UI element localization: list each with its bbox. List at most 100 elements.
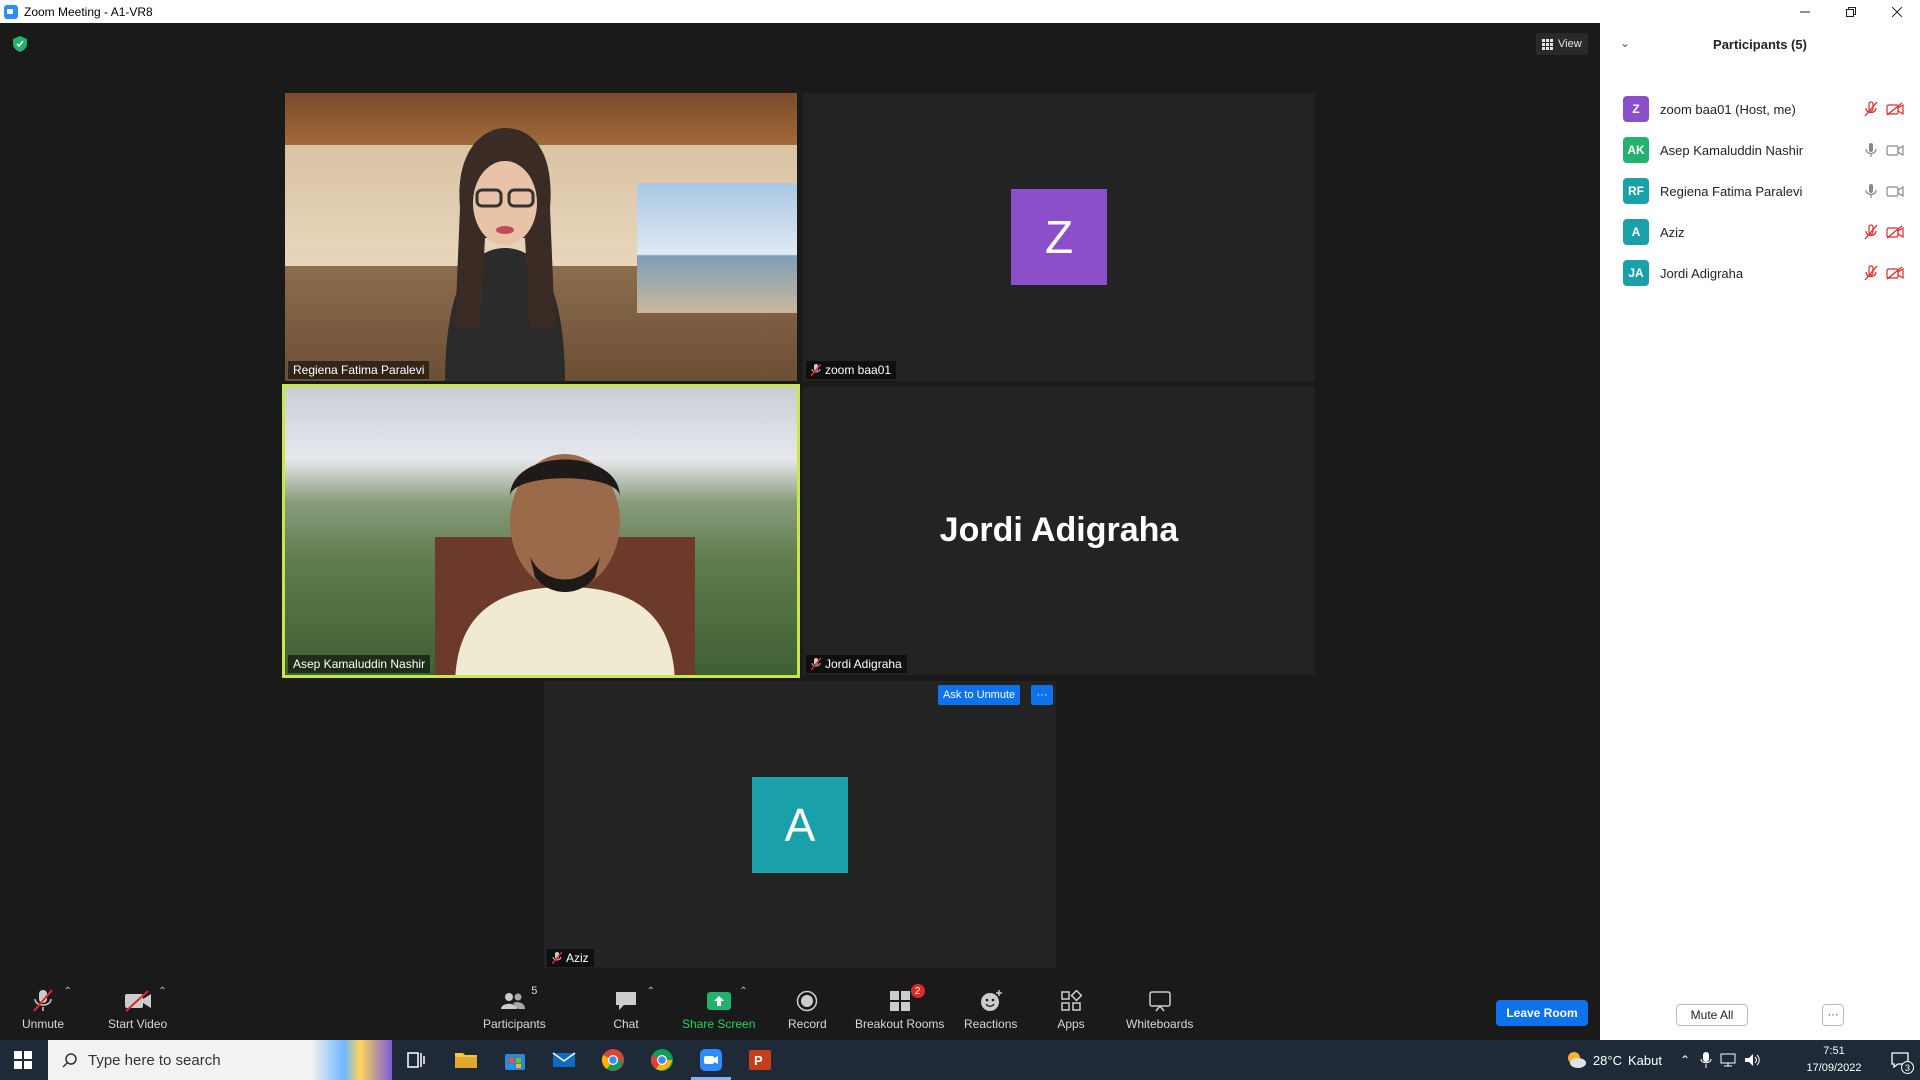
leave-room-button[interactable]: Leave Room — [1496, 1000, 1588, 1026]
tile-name: Asep Kamaluddin Nashir — [293, 657, 426, 671]
reactions-label: Reactions — [964, 1017, 1018, 1031]
taskbar-clock[interactable]: 7:51 17/09/2022 — [1796, 1043, 1872, 1077]
panel-title: Participants (5) — [1713, 37, 1807, 52]
participants-button[interactable]: 5 Participants — [483, 985, 546, 1038]
video-tile-jordi[interactable]: Jordi Adigraha Jordi Adigraha — [803, 387, 1315, 675]
notifications-button[interactable]: 3 — [1880, 1040, 1920, 1080]
camera-icon[interactable] — [1886, 184, 1904, 198]
video-tile-regiena[interactable]: Regiena Fatima Paralevi — [285, 93, 797, 381]
tile-name: Aziz — [566, 951, 589, 965]
window-title: Zoom Meeting - A1-VR8 — [24, 4, 153, 19]
video-tile-aziz[interactable]: A Aziz — [544, 681, 1056, 969]
camera-icon[interactable] — [1886, 143, 1904, 157]
chat-caret-icon[interactable]: ⌃ — [647, 986, 655, 997]
meeting-area: View Regiena Fatima Paralevi Z zoom baa0… — [0, 23, 1600, 1040]
breakout-rooms-badge: 2 — [910, 984, 925, 998]
participant-avatar: JA — [1623, 260, 1649, 286]
microphone-tray-icon[interactable] — [1700, 1052, 1712, 1068]
chat-label: Chat — [613, 1017, 639, 1031]
windows-logo-icon — [14, 1051, 32, 1069]
participants-count: 5 — [531, 985, 538, 997]
mic-muted-icon[interactable] — [1864, 265, 1878, 281]
clock-date: 17/09/2022 — [1806, 1062, 1862, 1074]
video-tile-zoom-baa01[interactable]: Z zoom baa01 — [803, 93, 1315, 381]
view-button[interactable]: View — [1536, 33, 1588, 55]
breakout-rooms-icon — [889, 991, 910, 1011]
mute-all-button[interactable]: Mute All — [1676, 1004, 1748, 1026]
tile-name-tag: Asep Kamaluddin Nashir — [288, 655, 431, 673]
participant-name: Aziz — [1660, 224, 1685, 240]
clock-time: 7:51 — [1823, 1045, 1845, 1057]
video-options-caret-icon[interactable]: ⌃ — [158, 986, 166, 997]
meeting-toolbar: ⌃ Unmute ⌃ Start Video 5 Participants ⌃ … — [0, 968, 1600, 1040]
task-view-icon[interactable] — [404, 1048, 428, 1072]
share-caret-icon[interactable]: ⌃ — [739, 986, 747, 997]
participant-avatar: Z — [1623, 96, 1649, 122]
close-button[interactable] — [1874, 0, 1920, 23]
mic-muted-icon — [811, 364, 821, 376]
notification-count: 3 — [1901, 1061, 1914, 1074]
apps-button[interactable]: Apps — [1056, 988, 1086, 1038]
start-video-label: Start Video — [108, 1017, 168, 1031]
weather-temperature: 28°C — [1592, 1052, 1622, 1068]
volume-icon[interactable] — [1744, 1053, 1760, 1067]
background-window — [637, 183, 797, 313]
mail-icon[interactable] — [552, 1048, 576, 1072]
reactions-button[interactable]: Reactions — [964, 988, 1017, 1038]
audio-options-caret-icon[interactable]: ⌃ — [64, 986, 72, 997]
tile-name: Regiena Fatima Paralevi — [293, 363, 425, 377]
file-explorer-icon[interactable] — [454, 1048, 478, 1072]
encryption-shield-icon[interactable] — [13, 36, 27, 52]
taskbar-search-box[interactable]: Type here to search — [48, 1040, 392, 1080]
camera-off-icon[interactable] — [1886, 266, 1904, 280]
participant-name: Regiena Fatima Paralevi — [1660, 183, 1803, 199]
search-highlight-art — [312, 1040, 392, 1080]
zoom-taskbar-icon[interactable] — [699, 1048, 723, 1072]
mic-muted-icon — [811, 658, 821, 670]
participant-name: Jordi Adigraha — [1660, 265, 1744, 281]
restore-button[interactable] — [1828, 0, 1874, 23]
mic-muted-icon[interactable] — [1864, 224, 1878, 240]
share-screen-icon — [706, 992, 731, 1010]
video-tile-asep[interactable]: Asep Kamaluddin Nashir — [282, 384, 800, 678]
minimize-icon — [1800, 11, 1810, 12]
panel-more-button[interactable]: ··· — [1822, 1004, 1844, 1026]
microsoft-store-icon[interactable] — [503, 1048, 527, 1072]
tray-chevron-up-icon[interactable]: ⌃ — [1680, 1053, 1690, 1067]
participant-name: Asep Kamaluddin Nashir — [1660, 142, 1804, 158]
share-screen-button[interactable]: ⌃ Share Screen — [682, 986, 755, 1038]
mic-muted-icon[interactable] — [1864, 101, 1878, 117]
unmute-button[interactable]: ⌃ Unmute — [22, 986, 72, 1038]
windows-taskbar: Type here to search P 28°C Kabut ⌃ 3 7:5… — [0, 1040, 1920, 1080]
participants-label: Participants — [483, 1017, 546, 1031]
weather-condition: Kabut — [1627, 1052, 1662, 1068]
record-label: Record — [788, 1017, 827, 1031]
powerpoint-icon[interactable]: P — [748, 1048, 772, 1072]
tile-more-button[interactable]: ··· — [1031, 685, 1053, 705]
participant-row[interactable]: A Aziz — [1600, 212, 1920, 252]
participant-row[interactable]: AK Asep Kamaluddin Nashir — [1600, 130, 1920, 170]
start-video-button[interactable]: ⌃ Start Video — [108, 986, 168, 1038]
camera-off-icon[interactable] — [1886, 225, 1904, 239]
start-button[interactable] — [0, 1040, 46, 1080]
participant-row[interactable]: RF Regiena Fatima Paralevi — [1600, 171, 1920, 211]
whiteboards-button[interactable]: Whiteboards — [1126, 988, 1193, 1038]
mic-icon[interactable] — [1864, 183, 1878, 199]
ask-to-unmute-button[interactable]: Ask to Unmute — [938, 685, 1021, 705]
breakout-rooms-button[interactable]: 2 Breakout Rooms — [855, 984, 944, 1038]
window-title-bar: Zoom Meeting - A1-VR8 — [0, 0, 1920, 23]
camera-off-icon[interactable] — [1886, 102, 1904, 116]
chrome-profile-icon[interactable] — [650, 1048, 674, 1072]
participant-row[interactable]: JA Jordi Adigraha — [1600, 253, 1920, 293]
participant-avatar: RF — [1623, 178, 1649, 204]
search-placeholder: Type here to search — [88, 1051, 221, 1069]
record-button[interactable]: Record — [788, 988, 827, 1038]
chat-icon — [616, 992, 636, 1010]
chrome-icon[interactable] — [601, 1048, 625, 1072]
minimize-button[interactable] — [1782, 0, 1828, 23]
network-icon[interactable] — [1720, 1053, 1736, 1067]
weather-cloud-icon[interactable] — [1565, 1049, 1587, 1071]
mic-icon[interactable] — [1864, 142, 1878, 158]
participant-row[interactable]: Z zoom baa01 (Host, me) — [1600, 89, 1920, 129]
chat-button[interactable]: ⌃ Chat — [611, 986, 655, 1038]
